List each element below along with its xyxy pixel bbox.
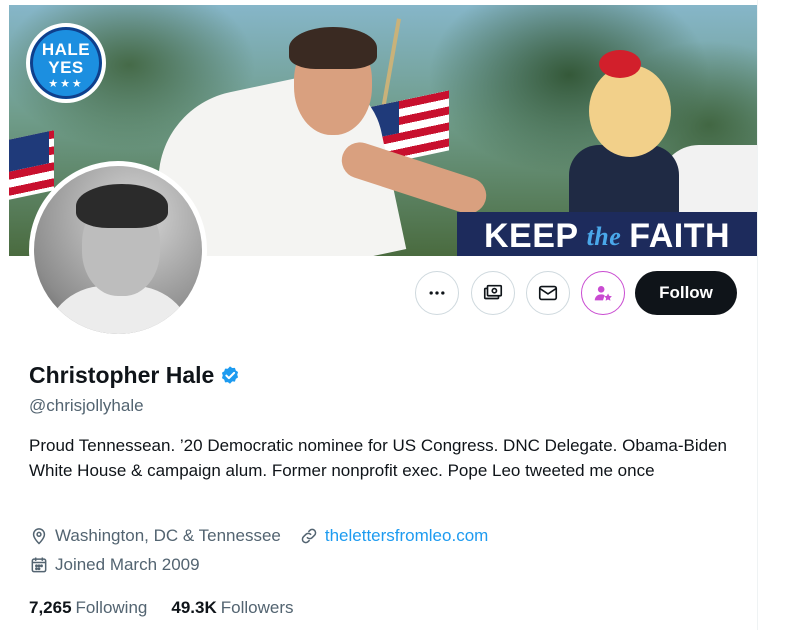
profile-stats: 7,265 Following 49.3K Followers (29, 598, 317, 618)
column-divider (757, 0, 758, 630)
profile-avatar[interactable] (29, 161, 207, 339)
following-link[interactable]: 7,265 Following (29, 598, 147, 618)
profile-handle: @chrisjollyhale (29, 396, 144, 415)
envelope-icon (538, 285, 558, 301)
profile-joined-row: Joined March 2009 (29, 555, 218, 575)
logo-line-2: YES (48, 58, 84, 77)
profile-bio: Proud Tennessean. ’20 Democratic nominee… (29, 436, 727, 480)
logo-stars: ★★★ (48, 78, 84, 90)
money-icon (483, 284, 503, 300)
banner-slogan: KEEP the FAITH (457, 212, 757, 256)
monetization-button[interactable] (471, 271, 515, 315)
avatar-hair (76, 184, 168, 228)
banner-child-head (589, 65, 671, 157)
calendar-icon (31, 557, 47, 573)
more-button[interactable] (415, 271, 459, 315)
avatar-photo (34, 166, 202, 334)
more-horizontal-icon (429, 291, 445, 295)
website-link[interactable]: thelettersfromleo.com (325, 526, 488, 546)
followers-label: Followers (220, 598, 294, 617)
profile-name-row: Christopher Hale (29, 362, 241, 389)
followers-count: 49.3K (171, 598, 217, 617)
location-item: Washington, DC & Tennessee (29, 526, 281, 546)
website-item[interactable]: thelettersfromleo.com (299, 526, 488, 546)
banner-flag (9, 130, 54, 200)
link-icon (301, 528, 317, 544)
joined-text: Joined March 2009 (55, 555, 200, 574)
joined-item: Joined March 2009 (29, 555, 200, 575)
message-button[interactable] (526, 271, 570, 315)
location-pin-icon (32, 528, 46, 545)
location-text: Washington, DC & Tennessee (55, 526, 281, 545)
profile-meta-row: Washington, DC & Tennessee thelettersfro… (29, 526, 506, 546)
hale-yes-logo: HALE YES ★★★ (26, 23, 106, 103)
slogan-keep: KEEP (483, 217, 579, 255)
following-label: Following (75, 598, 148, 617)
banner-child-bow (599, 50, 641, 78)
slogan-faith: FAITH (629, 217, 731, 255)
subscribe-button[interactable] (581, 271, 625, 315)
follow-button[interactable]: Follow (635, 271, 737, 315)
verified-badge-icon[interactable] (219, 365, 241, 387)
slogan-the: the (586, 221, 622, 251)
person-star-icon (594, 286, 612, 301)
banner-person-hair (289, 27, 377, 69)
followers-link[interactable]: 49.3K Followers (171, 598, 293, 618)
following-count: 7,265 (29, 598, 72, 617)
logo-line-1: HALE (41, 40, 91, 59)
profile-name: Christopher Hale (29, 362, 215, 388)
